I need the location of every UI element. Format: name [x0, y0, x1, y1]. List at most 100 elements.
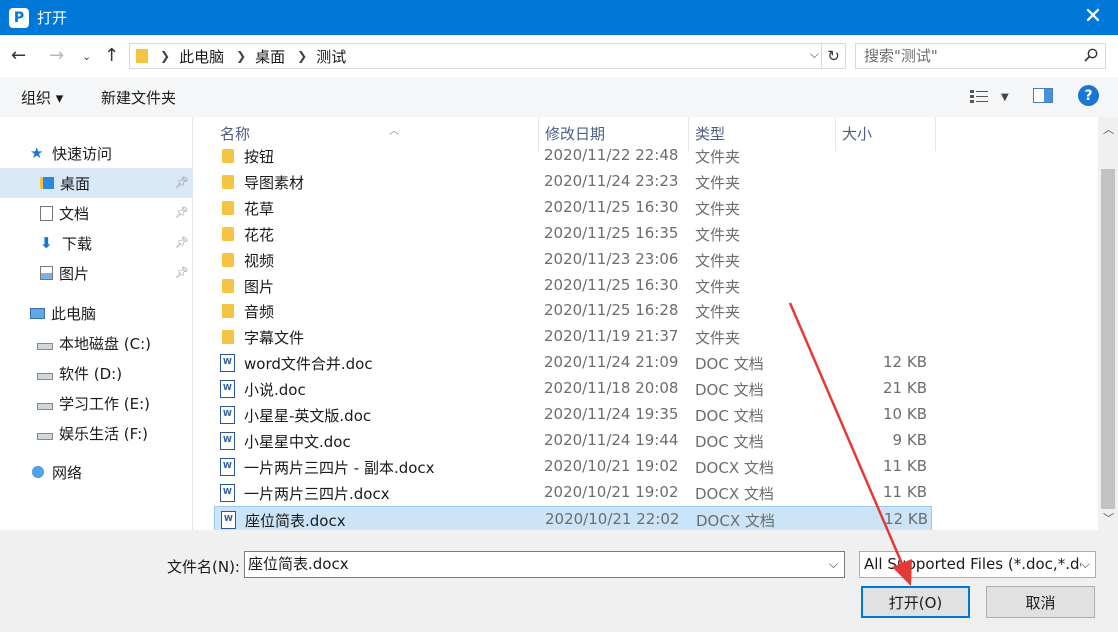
filename-label: 文件名(N):: [167, 558, 240, 576]
filename-input[interactable]: 座位简表.docx ⌵: [244, 551, 845, 578]
breadcrumb-this-pc[interactable]: 此电脑: [179, 46, 224, 67]
pin-icon[interactable]: 📌︎: [175, 176, 189, 189]
pin-icon[interactable]: 📌︎: [175, 236, 189, 249]
recent-locations-chevron-icon[interactable]: ⌄: [82, 50, 91, 63]
filename-dropdown-icon[interactable]: ⌵: [829, 552, 838, 577]
view-dropdown-icon[interactable]: ▼: [1001, 92, 1009, 103]
folder-icon: [222, 226, 234, 241]
breadcrumb-desktop[interactable]: 桌面: [255, 46, 285, 67]
preview-pane-icon[interactable]: [1033, 88, 1053, 103]
scrollbar-thumb[interactable]: [1101, 169, 1115, 509]
address-dropdown-icon[interactable]: ⌵: [810, 47, 819, 62]
file-type: DOCX 文档: [695, 458, 774, 477]
sidebar-item-pictures[interactable]: 图片 📌︎: [0, 258, 193, 288]
sidebar-item-label: 文档: [59, 204, 90, 223]
chevron-right-icon[interactable]: ❯: [236, 49, 246, 63]
file-row[interactable]: 座位简表.docx 2020/10/21 22:02 DOCX 文档 12 KB: [214, 505, 932, 530]
star-icon: ★: [30, 144, 44, 162]
chevron-right-icon[interactable]: ❯: [297, 49, 307, 63]
word-document-icon: [220, 483, 235, 502]
sidebar-item-drive-f[interactable]: 娱乐生活 (F:): [0, 418, 193, 448]
refresh-icon[interactable]: ↻: [821, 43, 846, 69]
app-logo-icon: P: [9, 7, 29, 28]
file-row[interactable]: 小说.doc 2020/11/18 20:08 DOC 文档 21 KB: [214, 376, 932, 402]
open-button[interactable]: 打开(O): [861, 586, 970, 618]
file-row[interactable]: 一片两片三四片.docx 2020/10/21 19:02 DOCX 文档 11 KB: [214, 480, 932, 506]
sidebar-item-label: 软件 (D:): [59, 364, 123, 383]
file-name: 一片两片三四片 - 副本.docx: [244, 458, 435, 477]
search-input[interactable]: 搜索"测试": [855, 43, 1106, 69]
pin-icon[interactable]: 📌︎: [175, 266, 189, 279]
file-modified-date: 2020/11/24 21:09: [544, 353, 679, 372]
documents-icon: [40, 205, 53, 221]
folder-icon: [222, 252, 234, 267]
search-icon[interactable]: [1084, 48, 1098, 62]
sidebar-item-downloads[interactable]: ⬇ 下载 📌︎: [0, 228, 193, 258]
file-name: 小星星中文.doc: [244, 432, 351, 451]
sidebar-item-drive-e[interactable]: 学习工作 (E:): [0, 388, 193, 418]
sidebar-item-desktop[interactable]: 桌面 📌︎: [0, 168, 193, 198]
vertical-scrollbar[interactable]: ︿ ﹀: [1098, 117, 1118, 530]
change-view-button[interactable]: ▼: [969, 86, 1009, 108]
network-icon: [30, 465, 46, 479]
file-name: 按钮: [244, 148, 275, 166]
file-row[interactable]: 小星星-英文版.doc 2020/11/24 19:35 DOC 文档 10 KB: [214, 402, 932, 428]
file-type: DOC 文档: [695, 432, 764, 451]
file-row[interactable]: 图片 2020/11/25 16:30 文件夹: [214, 273, 932, 299]
back-arrow-icon[interactable]: ←: [11, 45, 26, 66]
sidebar-item-this-pc[interactable]: 此电脑: [0, 298, 193, 328]
up-arrow-icon[interactable]: ↑: [104, 45, 119, 66]
file-row[interactable]: 视频 2020/11/23 23:06 文件夹: [214, 247, 932, 273]
cancel-button[interactable]: 取消: [986, 586, 1095, 618]
sidebar-item-label: 下载: [62, 234, 93, 253]
help-icon[interactable]: ?: [1078, 85, 1099, 106]
scroll-up-icon[interactable]: ︿: [1103, 121, 1114, 137]
file-type: 文件夹: [695, 329, 741, 348]
drive-icon: [37, 372, 53, 380]
file-modified-date: 2020/11/25 16:30: [544, 275, 679, 294]
file-modified-date: 2020/11/23 23:06: [544, 249, 679, 268]
file-row[interactable]: 花花 2020/11/25 16:35 文件夹: [214, 221, 932, 247]
organize-button[interactable]: 组织 ▾: [21, 87, 63, 108]
close-icon[interactable]: ✕: [1082, 6, 1104, 28]
file-row[interactable]: 字幕文件 2020/11/19 21:37 文件夹: [214, 324, 932, 350]
file-size: 21 KB: [883, 379, 927, 398]
file-row[interactable]: 音频 2020/11/25 16:28 文件夹: [214, 298, 932, 324]
file-type-dropdown-icon[interactable]: ⌵: [1080, 552, 1090, 577]
breadcrumb-test[interactable]: 测试: [316, 46, 346, 67]
file-name: 字幕文件: [244, 329, 305, 348]
window-title: 打开: [37, 9, 68, 27]
scroll-down-icon[interactable]: ﹀: [1103, 510, 1114, 526]
file-modified-date: 2020/11/25 16:28: [544, 301, 679, 320]
file-row[interactable]: 导图素材 2020/11/24 23:23 文件夹: [214, 169, 932, 195]
pin-icon[interactable]: 📌︎: [175, 206, 189, 219]
file-row[interactable]: 花草 2020/11/25 16:30 文件夹: [214, 195, 932, 221]
file-type: 文件夹: [695, 199, 741, 218]
sidebar-item-documents[interactable]: 文档 📌︎: [0, 198, 193, 228]
file-row[interactable]: 按钮 2020/11/22 22:48 文件夹: [214, 143, 932, 169]
sidebar-item-label: 学习工作 (E:): [59, 394, 151, 413]
address-bar[interactable]: ❯ 此电脑 ❯ 桌面 ❯ 测试 ⌵: [129, 43, 846, 69]
file-row[interactable]: 小星星中文.doc 2020/11/24 19:44 DOC 文档 9 KB: [214, 428, 932, 454]
pictures-icon: [40, 266, 53, 280]
sidebar-item-network[interactable]: 网络: [0, 457, 193, 487]
address-row: ← → ⌄ ↑ ❯ 此电脑 ❯ 桌面 ❯ 测试 ⌵ ↻ 搜索"测试": [0, 35, 1118, 77]
folder-icon: [222, 174, 234, 189]
new-folder-button[interactable]: 新建文件夹: [101, 87, 176, 108]
file-size: 11 KB: [883, 482, 927, 501]
file-type: 文件夹: [695, 148, 741, 166]
file-row[interactable]: word文件合并.doc 2020/11/24 21:09 DOC 文档 12 KB: [214, 350, 932, 376]
sidebar-item-quick-access[interactable]: ★ 快速访问: [0, 138, 193, 168]
file-type-select[interactable]: All Supported Files (*.doc,*.dc ⌵: [859, 551, 1096, 578]
file-row[interactable]: 一片两片三四片 - 副本.docx 2020/10/21 19:02 DOCX 文档…: [214, 454, 932, 480]
file-type: 文件夹: [695, 225, 741, 244]
file-type: DOCX 文档: [695, 484, 774, 503]
forward-arrow-icon[interactable]: →: [49, 45, 64, 66]
folder-icon: [222, 200, 234, 215]
chevron-right-icon[interactable]: ❯: [160, 49, 170, 63]
sidebar-item-label: 本地磁盘 (C:): [59, 334, 151, 353]
file-size: 10 KB: [883, 405, 927, 423]
file-modified-date: 2020/11/22 22:48: [544, 146, 679, 164]
sidebar-item-drive-c[interactable]: 本地磁盘 (C:): [0, 328, 193, 358]
sidebar-item-drive-d[interactable]: 软件 (D:): [0, 358, 193, 388]
